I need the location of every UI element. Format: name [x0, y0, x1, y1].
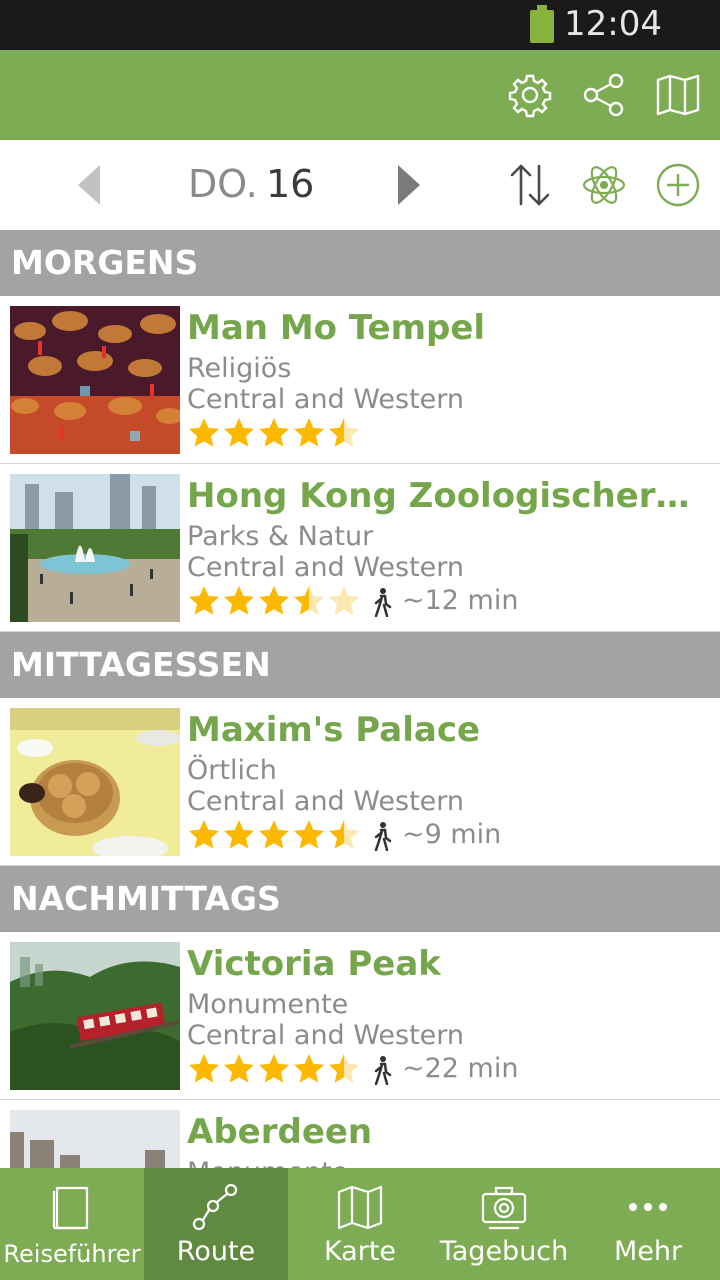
share-icon: [583, 73, 624, 117]
bottom-tab-bar: Reiseführer Route Karte Tagebuch Mehr: [0, 1168, 720, 1280]
place-photo: [10, 1110, 180, 1168]
list-item[interactable]: Hong Kong Zoologischer und... Parks & Na…: [0, 464, 720, 632]
star-rating: [187, 818, 362, 852]
place-photo: [10, 708, 180, 856]
place-district: Central and Western: [187, 1020, 465, 1051]
itinerary-list[interactable]: MORGENS Man Mo Tempel Religiös Central a…: [0, 230, 720, 1168]
gear-icon: [508, 74, 552, 118]
star-icon: [259, 820, 289, 849]
place-district: Central and Western: [187, 786, 465, 817]
tab-map[interactable]: Karte: [288, 1168, 432, 1280]
star-icon: [294, 586, 324, 615]
map-icon: [337, 1185, 383, 1230]
sort-icon: [510, 164, 550, 206]
walking-icon: [374, 1056, 392, 1085]
star-icon: [259, 586, 289, 615]
star-icon: [259, 1054, 289, 1083]
chevron-left-icon: [78, 165, 100, 205]
star-rating: [187, 1052, 362, 1086]
tab-more[interactable]: Mehr: [576, 1168, 720, 1280]
star-icon: [329, 820, 359, 849]
list-item[interactable]: Aberdeen Monumente: [0, 1100, 720, 1168]
place-photo: [10, 306, 180, 454]
walk-time: ~9 min: [402, 819, 502, 850]
map-icon: [656, 74, 700, 116]
place-district: Central and Western: [187, 384, 465, 415]
tab-label: Karte: [323, 1236, 397, 1267]
walking-icon: [374, 588, 392, 617]
camera-icon: [481, 1186, 527, 1230]
list-item[interactable]: Maxim's Palace Örtlich Central and Weste…: [0, 698, 720, 866]
star-icon: [189, 1054, 219, 1083]
star-icon: [189, 820, 219, 849]
tab-label: Route: [176, 1236, 256, 1267]
app-screen: 12:04 PM DO. 16: [0, 0, 720, 1280]
tab-journal[interactable]: Tagebuch: [432, 1168, 576, 1280]
list-item[interactable]: Man Mo Tempel Religiös Central and Weste…: [0, 296, 720, 464]
walk-time: ~22 min: [402, 1053, 519, 1084]
weekday-label: DO.: [188, 162, 258, 206]
star-icon: [189, 418, 219, 447]
battery-icon: [530, 5, 554, 43]
place-title: Aberdeen: [187, 1112, 373, 1152]
tab-label: Tagebuch: [439, 1236, 569, 1267]
star-icon: [259, 418, 289, 447]
day-number: 16: [266, 162, 315, 206]
section-header-lunch: MITTAGESSEN: [0, 632, 720, 698]
chevron-right-icon: [398, 165, 420, 205]
star-icon: [189, 586, 219, 615]
day-navigation: DO. 16: [0, 140, 720, 230]
settings-button[interactable]: [505, 70, 555, 120]
place-category: Religiös: [187, 353, 292, 384]
status-bar: 12:04 PM: [0, 0, 720, 84]
app-toolbar: [0, 50, 720, 140]
previous-day-button[interactable]: [66, 160, 112, 210]
place-category: Parks & Natur: [187, 521, 374, 552]
place-category: Monumente: [187, 989, 349, 1020]
more-icon: [629, 1203, 667, 1211]
next-day-button[interactable]: [386, 160, 432, 210]
place-title: Hong Kong Zoologischer und...: [187, 476, 697, 516]
plus-circle-icon: [656, 163, 700, 207]
map-view-button[interactable]: [653, 70, 703, 120]
star-icon: [294, 820, 324, 849]
star-icon: [294, 1054, 324, 1083]
star-icon: [224, 586, 254, 615]
place-category: Örtlich: [187, 755, 277, 786]
optimize-route-button[interactable]: [579, 160, 629, 210]
walking-icon: [374, 822, 392, 851]
atom-icon: [582, 166, 626, 204]
star-icon: [224, 820, 254, 849]
sort-button[interactable]: [505, 160, 555, 210]
section-header-morning: MORGENS: [0, 230, 720, 296]
star-icon: [329, 418, 359, 447]
star-rating: [187, 584, 362, 618]
place-photo: [10, 474, 180, 622]
star-icon: [224, 1054, 254, 1083]
star-icon: [224, 418, 254, 447]
section-header-afternoon: NACHMITTAGS: [0, 866, 720, 932]
tab-label: Reiseführer: [3, 1240, 141, 1268]
place-category: Monumente: [187, 1157, 348, 1168]
star-icon: [294, 418, 324, 447]
star-rating: [187, 416, 362, 450]
star-icon: [329, 1054, 359, 1083]
share-button[interactable]: [579, 70, 629, 120]
tab-route[interactable]: Route: [144, 1168, 288, 1280]
add-place-button[interactable]: [653, 160, 703, 210]
star-icon: [329, 586, 359, 615]
place-title: Man Mo Tempel: [187, 308, 486, 348]
list-item[interactable]: Victoria Peak Monumente Central and West…: [0, 932, 720, 1100]
route-icon: [192, 1183, 238, 1231]
place-title: Maxim's Palace: [187, 710, 481, 750]
walk-time: ~12 min: [402, 585, 519, 616]
tab-guide[interactable]: Reiseführer: [0, 1168, 144, 1280]
place-title: Victoria Peak: [187, 944, 441, 984]
place-photo: [10, 942, 180, 1090]
tab-label: Mehr: [613, 1236, 683, 1267]
book-icon: [52, 1186, 89, 1230]
place-district: Central and Western: [187, 552, 465, 583]
